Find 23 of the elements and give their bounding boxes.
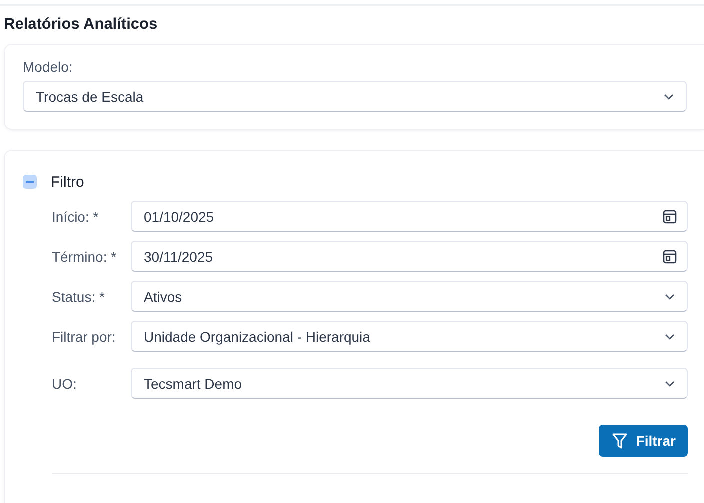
chevron-down-icon <box>665 334 675 340</box>
chevron-down-icon <box>665 380 675 386</box>
date-field[interactable]: 30/11/2025 <box>131 241 688 272</box>
calendar-icon <box>663 210 677 224</box>
page-title: Relatórios Analíticos <box>3 15 159 35</box>
field-label: Início: * <box>52 208 100 224</box>
select-field[interactable]: Tecsmart Demo <box>131 368 688 399</box>
field-label: UO: <box>52 376 78 392</box>
funnel-icon <box>612 432 628 450</box>
select-field[interactable]: Unidade Organizacional - Hierarquia <box>131 321 688 352</box>
field-label: Modelo: <box>23 59 74 75</box>
calendar-icon <box>663 250 677 264</box>
collapse-icon[interactable] <box>23 175 37 189</box>
field-label: Término: * <box>52 248 118 264</box>
chevron-down-icon <box>664 94 674 100</box>
field-label: Filtrar por: <box>52 328 117 344</box>
date-field[interactable]: 01/10/2025 <box>131 201 688 232</box>
filter-button[interactable]: Filtrar <box>599 425 688 457</box>
chevron-down-icon <box>665 294 675 300</box>
field-label: Status: * <box>52 288 106 304</box>
filter-title: Filtro <box>51 174 84 190</box>
model-select[interactable]: Trocas de Escala <box>23 81 687 112</box>
select-field[interactable]: Ativos <box>131 281 688 312</box>
